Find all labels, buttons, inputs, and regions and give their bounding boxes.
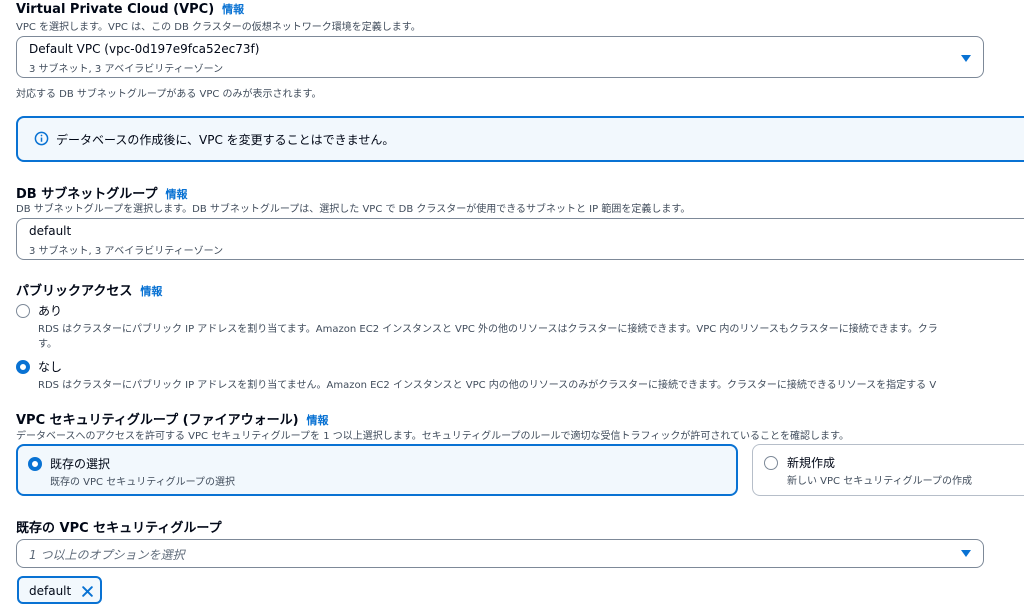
vpc-hint: 対応する DB サブネットグループがある VPC のみが表示されます。 <box>16 89 322 100</box>
security-group-existing-radio[interactable] <box>28 457 42 471</box>
public-access-info-link[interactable]: 情報 <box>140 285 162 298</box>
public-access-title: パブリックアクセス <box>16 284 133 299</box>
existing-groups-title: 既存の VPC セキュリティグループ <box>16 521 222 536</box>
vpc-select[interactable]: Default VPC (vpc-0d197e9fca52ec73f) 3 サブ… <box>16 36 984 78</box>
vpc-section-title: Virtual Private Cloud (VPC) 情報 <box>16 1 244 17</box>
vpc-alert-text: データベースの作成後に、VPC を変更することはできません。 <box>56 133 395 147</box>
public-access-no-radio[interactable] <box>16 360 30 374</box>
public-access-yes-description-wrap: す。 <box>38 339 57 350</box>
security-group-section-title: VPC セキュリティグループ (ファイアウォール) 情報 <box>16 409 329 428</box>
security-group-new-tile[interactable]: 新規作成 新しい VPC セキュリティグループの作成 <box>752 444 1024 496</box>
subnet-group-selected-sub: 3 サブネット, 3 アベイラビリティーゾーン <box>29 246 224 257</box>
vpc-title: Virtual Private Cloud (VPC) <box>16 2 215 17</box>
caret-down-icon <box>961 550 971 557</box>
public-access-yes-description: RDS はクラスターにパブリック IP アドレスを割り当てます。Amazon E… <box>38 324 938 335</box>
token-label: default <box>29 584 72 598</box>
subnet-group-description: DB サブネットグループを選択します。DB サブネットグループは、選択した VP… <box>16 204 691 215</box>
public-access-no-label[interactable]: なし <box>38 358 62 375</box>
vpc-description: VPC を選択します。VPC は、この DB クラスターの仮想ネットワーク環境を… <box>16 22 421 33</box>
existing-groups-multiselect[interactable]: 1 つ以上のオプションを選択 <box>16 539 984 568</box>
security-group-existing-label: 既存の選択 <box>50 457 111 471</box>
vpc-selected-value: Default VPC (vpc-0d197e9fca52ec73f) <box>29 42 260 56</box>
security-group-existing-description: 既存の VPC セキュリティグループの選択 <box>50 477 236 488</box>
security-group-title: VPC セキュリティグループ (ファイアウォール) <box>16 413 299 428</box>
security-group-existing-tile[interactable]: 既存の選択 既存の VPC セキュリティグループの選択 <box>16 444 738 496</box>
security-group-new-description: 新しい VPC セキュリティグループの作成 <box>787 476 973 487</box>
close-icon[interactable] <box>81 585 94 598</box>
public-access-no-description: RDS はクラスターにパブリック IP アドレスを割り当てません。Amazon … <box>38 380 937 391</box>
public-access-yes-label[interactable]: あり <box>38 302 62 319</box>
vpc-alert: データベースの作成後に、VPC を変更することはできません。 <box>16 116 1024 162</box>
public-access-yes-radio[interactable] <box>16 304 30 318</box>
selected-security-group-token: default <box>17 576 102 604</box>
subnet-group-selected-value: default <box>29 224 72 238</box>
public-access-section-title: パブリックアクセス 情報 <box>16 280 162 299</box>
vpc-selected-sub: 3 サブネット, 3 アベイラビリティーゾーン <box>29 64 224 75</box>
vpc-info-link[interactable]: 情報 <box>222 3 244 16</box>
security-group-new-radio[interactable] <box>764 456 778 470</box>
subnet-group-select[interactable]: default 3 サブネット, 3 アベイラビリティーゾーン <box>16 218 1024 260</box>
info-icon <box>34 131 49 146</box>
existing-groups-placeholder: 1 つ以上のオプションを選択 <box>29 548 185 562</box>
security-group-description: データベースへのアクセスを許可する VPC セキュリティグループを 1 つ以上選… <box>16 431 850 442</box>
caret-down-icon <box>961 55 971 62</box>
security-group-new-label: 新規作成 <box>787 456 836 470</box>
security-group-info-link[interactable]: 情報 <box>307 414 329 427</box>
